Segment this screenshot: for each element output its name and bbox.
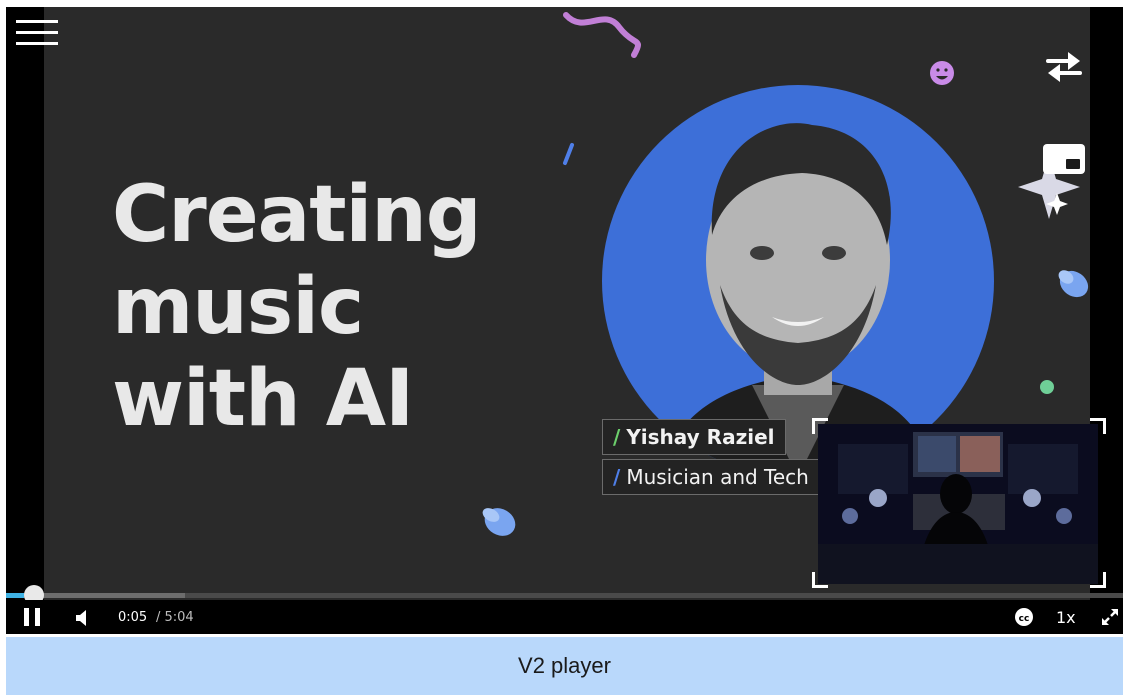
progress-played <box>6 593 24 598</box>
emoji-face-icon <box>930 61 954 85</box>
squiggle-shape <box>563 12 641 58</box>
dot-shape <box>1040 380 1054 394</box>
clapping-hands-icon <box>1058 270 1089 298</box>
pip-corner <box>1090 572 1106 588</box>
pause-icon[interactable] <box>24 608 42 628</box>
control-bar: 0:05 / 5:04 cc 1x <box>6 600 1123 634</box>
tag-slash: / <box>613 425 621 449</box>
closed-captions-icon[interactable]: cc <box>1014 607 1034 627</box>
speaker-role: Musician and Tech <box>626 465 809 489</box>
pip-corner <box>1090 418 1106 434</box>
video-area[interactable]: Creating music with AI / Yishay Raziel /… <box>6 7 1123 600</box>
picture-in-picture-video[interactable] <box>818 424 1098 584</box>
pip-corner <box>812 418 828 434</box>
tag-slash: / <box>613 465 621 489</box>
headline-line: Creating <box>112 170 482 260</box>
svg-text:cc: cc <box>1019 614 1030 624</box>
clapping-hands-icon <box>482 508 516 536</box>
progress-bar[interactable] <box>6 585 1123 605</box>
speaker-name: Yishay Raziel <box>626 425 775 449</box>
pip-corner <box>812 572 828 588</box>
player-caption: V2 player <box>6 637 1123 695</box>
speaker-icon[interactable] <box>74 608 90 628</box>
current-time: 0:05 <box>118 610 148 625</box>
total-time: / 5:04 <box>156 610 194 625</box>
playback-speed-button[interactable]: 1x <box>1056 608 1076 627</box>
headline-line: with AI <box>112 354 414 444</box>
slide-headline: Creating music with AI <box>112 169 552 445</box>
picture-in-picture-icon[interactable] <box>1042 143 1086 175</box>
speaker-name-tag: / Yishay Raziel <box>602 419 786 455</box>
dash-shape <box>563 143 574 165</box>
caption-label: V2 player <box>518 653 611 678</box>
studio-scene <box>818 424 1098 584</box>
fullscreen-icon[interactable] <box>1100 607 1120 627</box>
swap-arrows-icon[interactable] <box>1040 47 1088 87</box>
headline-line: music <box>112 262 364 352</box>
speaker-role-tag: / Musician and Tech <box>602 459 820 495</box>
video-player[interactable]: Creating music with AI / Yishay Raziel /… <box>6 7 1123 634</box>
hamburger-icon[interactable] <box>16 18 58 48</box>
